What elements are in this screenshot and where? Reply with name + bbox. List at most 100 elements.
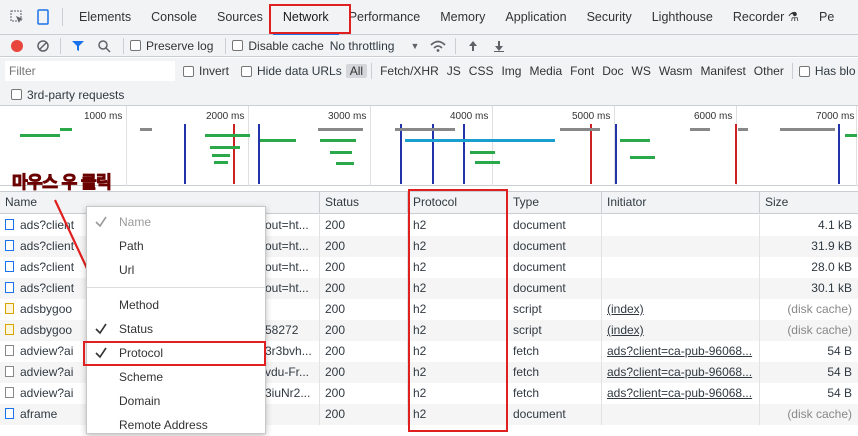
initiator-link[interactable]: ads?client=ca-pub-96068... — [607, 344, 752, 358]
column-header-status[interactable]: Status — [320, 192, 408, 213]
third-party-checkbox[interactable] — [11, 89, 22, 100]
filter-type-media[interactable]: Media — [525, 64, 566, 78]
cell-status: 200 — [320, 257, 408, 278]
tab-elements[interactable]: Elements — [69, 0, 141, 35]
request-url-suffix: out=ht... — [265, 239, 309, 253]
throttling-select[interactable]: No throttling ▼ — [330, 39, 420, 53]
cell-status: 200 — [320, 341, 408, 362]
menu-item-scheme[interactable]: Scheme — [87, 366, 265, 388]
tab-security[interactable]: Security — [577, 0, 642, 35]
filter-type-all[interactable]: All — [345, 64, 368, 78]
request-name: adview?ai — [20, 365, 74, 379]
timeline-tick-label: 4000 ms — [450, 111, 489, 122]
filter-type-ws[interactable]: WS — [628, 64, 655, 78]
initiator-link[interactable]: (index) — [607, 302, 644, 316]
tab-sources[interactable]: Sources — [207, 0, 273, 35]
tab-performance-insights[interactable]: Pe — [809, 0, 844, 35]
timeline-tick-label: 7000 ms — [816, 111, 855, 122]
menu-item-status[interactable]: Status — [87, 318, 265, 340]
cell-type: script — [508, 320, 602, 341]
device-toolbar-icon[interactable] — [30, 4, 56, 30]
disable-cache-checkbox[interactable] — [232, 40, 244, 51]
dom-content-loaded-line — [838, 124, 840, 184]
filter-type-wasm[interactable]: Wasm — [655, 64, 697, 78]
initiator-link[interactable]: (index) — [607, 323, 644, 337]
hide-data-urls-label: Hide data URLs — [257, 64, 342, 78]
menu-item-method[interactable]: Method — [87, 294, 265, 316]
network-overview-timeline[interactable]: 1000 ms 2000 ms 3000 ms 4000 ms 5000 ms … — [0, 106, 858, 186]
timeline-bar — [690, 128, 710, 131]
tab-lighthouse[interactable]: Lighthouse — [642, 0, 723, 35]
initiator-link[interactable]: ads?client=ca-pub-96068... — [607, 365, 752, 379]
timeline-bar — [470, 151, 495, 154]
column-header-type[interactable]: Type — [508, 192, 602, 213]
cell-type: fetch — [508, 383, 602, 404]
tab-recorder-label: Recorder — [732, 9, 785, 24]
timeline-bar — [60, 128, 72, 131]
throttling-value: No throttling — [329, 38, 395, 53]
network-conditions-icon[interactable] — [425, 33, 451, 59]
filter-type-img[interactable]: Img — [497, 64, 525, 78]
menu-item-label: Remote Address — [119, 418, 208, 432]
menu-item-label: Path — [119, 239, 144, 253]
cell-type: fetch — [508, 341, 602, 362]
tab-memory[interactable]: Memory — [430, 0, 495, 35]
tab-console[interactable]: Console — [141, 0, 207, 35]
filter-type-doc[interactable]: Doc — [598, 64, 627, 78]
cell-initiator — [602, 257, 760, 278]
filter-type-font[interactable]: Font — [566, 64, 598, 78]
record-icon[interactable] — [4, 33, 30, 59]
cell-type: document — [508, 215, 602, 236]
filter-input[interactable] — [5, 61, 175, 81]
timeline-bar — [630, 156, 655, 159]
filter-type-fetch-xhr[interactable]: Fetch/XHR — [376, 64, 443, 78]
cell-type: script — [508, 299, 602, 320]
export-har-icon[interactable] — [486, 33, 512, 59]
menu-item-name: Name — [87, 211, 265, 233]
initiator-link[interactable]: ads?client=ca-pub-96068... — [607, 386, 752, 400]
filter-type-js[interactable]: JS — [443, 64, 465, 78]
cell-initiator: ads?client=ca-pub-96068... — [602, 383, 760, 404]
third-party-label: 3rd-party requests — [27, 87, 125, 102]
request-name: adview?ai — [20, 386, 74, 400]
inspect-element-icon[interactable] — [4, 4, 30, 30]
request-name: ads?client — [20, 281, 75, 295]
timeline-tick-label: 3000 ms — [328, 111, 367, 122]
timeline-tick — [370, 106, 371, 186]
dom-content-loaded-line — [432, 124, 434, 184]
tab-performance[interactable]: Performance — [339, 0, 431, 35]
menu-item-domain[interactable]: Domain — [87, 390, 265, 412]
import-har-icon[interactable] — [460, 33, 486, 59]
clear-icon[interactable] — [30, 33, 56, 59]
cell-initiator — [602, 404, 760, 425]
hide-data-urls-checkbox[interactable] — [241, 65, 253, 77]
timeline-bar — [560, 128, 600, 131]
filter-type-other[interactable]: Other — [750, 64, 788, 78]
cell-status: 200 — [320, 362, 408, 383]
tab-application[interactable]: Application — [495, 0, 576, 35]
document-file-icon — [5, 240, 14, 251]
search-icon[interactable] — [91, 33, 117, 59]
flask-icon: ⚗ — [787, 9, 800, 24]
timeline-tick — [492, 106, 493, 186]
cell-initiator: (index) — [602, 299, 760, 320]
column-context-menu: Name Path Url Method Status Protocol Scheme Dom… — [86, 206, 266, 434]
menu-item-remote-address[interactable]: Remote Address — [87, 414, 265, 436]
dom-content-loaded-line — [615, 124, 617, 184]
filter-type-css[interactable]: CSS — [465, 64, 498, 78]
request-url-suffix: 3r3bvh... — [265, 344, 312, 358]
invert-checkbox[interactable] — [183, 65, 194, 77]
preserve-log-checkbox[interactable] — [130, 40, 141, 51]
menu-item-path[interactable]: Path — [87, 235, 265, 257]
timeline-bar — [320, 139, 356, 142]
fetch-file-icon — [5, 387, 14, 398]
tab-recorder[interactable]: Recorder ⚗ — [723, 0, 809, 35]
column-header-initiator[interactable]: Initiator — [602, 192, 760, 213]
has-blocked-cookies-checkbox[interactable] — [798, 65, 810, 77]
column-header-size[interactable]: Size — [760, 192, 858, 213]
filter-type-manifest[interactable]: Manifest — [696, 64, 749, 78]
menu-item-url[interactable]: Url — [87, 259, 265, 281]
dom-content-loaded-line — [463, 124, 465, 184]
cell-initiator — [602, 215, 760, 236]
filter-icon[interactable] — [65, 33, 91, 59]
